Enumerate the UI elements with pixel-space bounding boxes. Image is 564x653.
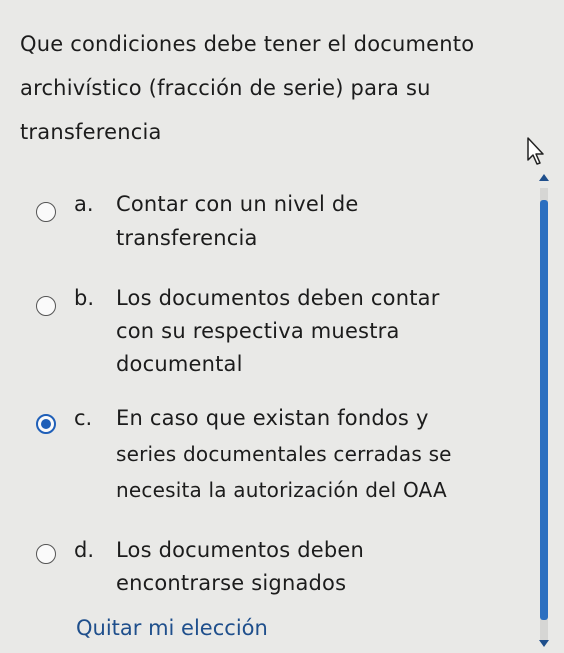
answer-option-d[interactable]: d. Los documentos deben encontrarse sign… [36, 538, 516, 608]
clear-choice-link[interactable]: Quitar mi elección [76, 616, 268, 640]
option-text-line: Los documentos deben contar [116, 286, 440, 310]
vertical-scrollbar[interactable] [536, 168, 552, 653]
question-line: archivístico (fracción de serie) para su [20, 76, 431, 100]
option-text-line: documental [116, 352, 243, 376]
scroll-up-arrow-icon[interactable] [539, 174, 549, 181]
option-text-line: Contar con un nivel de [116, 192, 359, 216]
question-text: Que condiciones debe tener el documento … [20, 22, 540, 154]
option-text-line: Los documentos deben [116, 538, 365, 562]
answer-option-b[interactable]: b. Los documentos deben contar con su re… [36, 284, 516, 384]
option-text-line: series documentales cerradas se [116, 442, 452, 466]
option-text-line: En caso que existan fondos y [116, 406, 429, 430]
answer-option-a[interactable]: a. Contar con un nivel de transferencia [36, 190, 516, 260]
radio-button-d[interactable] [36, 544, 56, 564]
option-text-line: necesita la autorización del OAA [116, 478, 447, 502]
option-text-line: con su respectiva muestra [116, 319, 400, 343]
radio-button-a[interactable] [36, 202, 56, 222]
mouse-pointer-icon [527, 137, 544, 165]
option-text-line: encontrarse signados [116, 571, 347, 595]
option-letter: d. [74, 538, 95, 562]
scroll-thumb[interactable] [540, 200, 548, 620]
option-letter: c. [74, 406, 93, 430]
question-line: transferencia [20, 120, 162, 144]
scroll-down-arrow-icon[interactable] [539, 640, 549, 647]
question-line: Que condiciones debe tener el documento [20, 32, 475, 56]
radio-button-c[interactable] [36, 414, 56, 434]
answer-option-c[interactable]: c. En caso que existan fondos y series d… [36, 406, 526, 516]
option-letter: b. [74, 286, 95, 310]
radio-button-b[interactable] [36, 296, 56, 316]
option-text-line: transferencia [116, 226, 258, 250]
option-letter: a. [74, 192, 94, 216]
